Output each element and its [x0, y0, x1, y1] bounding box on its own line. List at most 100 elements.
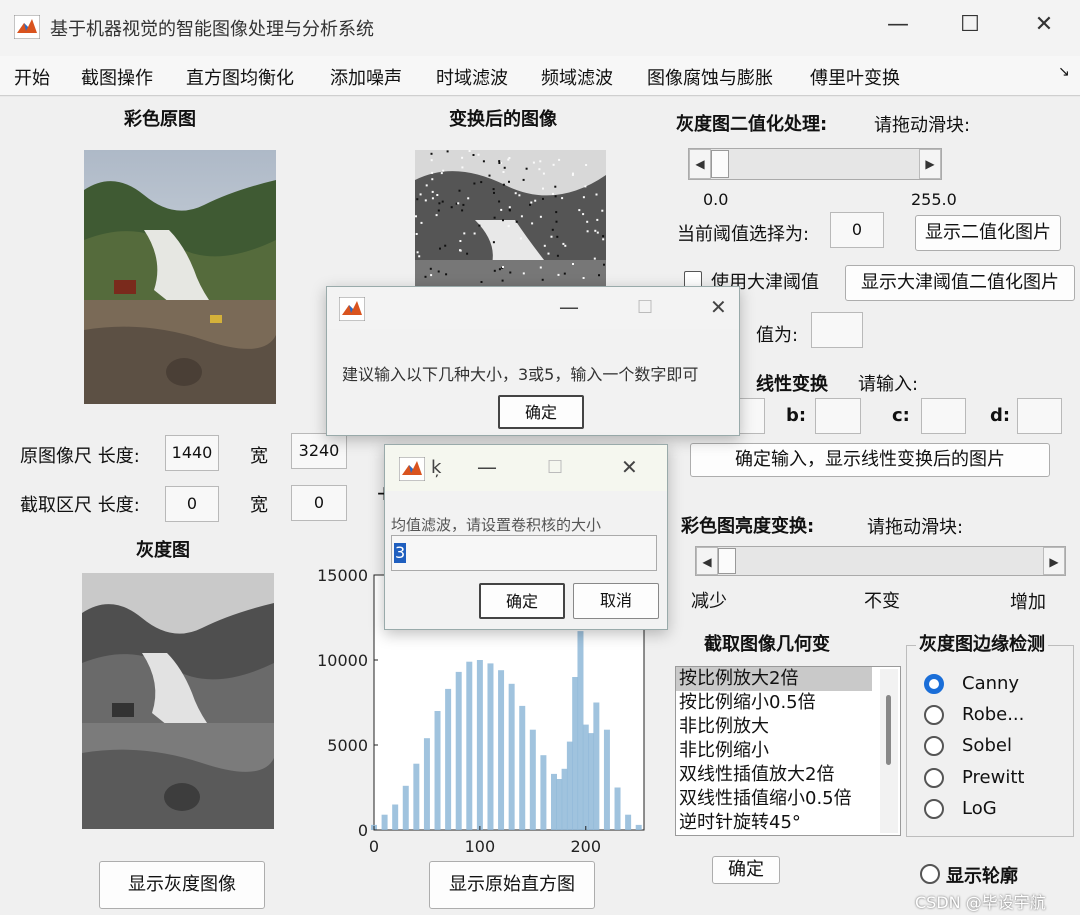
toolbar-expand-icon[interactable]: ↘ — [1058, 64, 1070, 80]
radio-sobel[interactable] — [924, 736, 944, 756]
advice-message: 建议输入以下几种大小，3或5，输入一个数字即可 — [342, 365, 699, 384]
color-original-image — [84, 150, 276, 404]
noise-dot — [593, 257, 596, 260]
crop-length-field[interactable]: 0 — [165, 486, 219, 522]
menu-start[interactable]: 开始 — [14, 64, 50, 90]
show-histogram-button[interactable]: 显示原始直方图 — [429, 861, 595, 909]
noise-dot — [507, 158, 510, 161]
kernel-size-value: 3 — [394, 543, 407, 563]
linear-apply-button[interactable]: 确定输入，显示线性变换后的图片 — [690, 443, 1050, 477]
slider-thumb[interactable] — [711, 150, 729, 178]
radio-canny[interactable] — [924, 674, 944, 694]
otsu-value-field[interactable] — [811, 312, 863, 348]
histogram-bar — [434, 711, 441, 830]
orig-length-field[interactable]: 1440 — [165, 435, 219, 471]
advice-close-button[interactable]: ✕ — [710, 295, 727, 319]
noise-dot — [564, 244, 567, 247]
noise-dot — [437, 270, 440, 273]
advice-minimize-button[interactable]: — — [559, 295, 579, 319]
noise-dot — [424, 199, 427, 202]
noise-dot — [482, 160, 485, 163]
histogram-bar — [445, 688, 452, 830]
advice-ok-button[interactable]: 确定 — [498, 395, 584, 429]
menu-add-noise[interactable]: 添加噪声 — [330, 64, 402, 90]
list-item[interactable]: 双线性插值放大2倍 — [676, 763, 900, 787]
list-item[interactable]: 按比例缩小0.5倍 — [676, 691, 900, 715]
brightness-slider[interactable]: ◀ ▶ — [695, 546, 1066, 576]
mean-filter-minimize-button[interactable]: — — [477, 455, 497, 479]
noise-dot — [594, 229, 597, 232]
geom-confirm-button[interactable]: 确定 — [712, 856, 780, 884]
kernel-size-input[interactable]: 3 — [391, 535, 657, 571]
show-binary-button[interactable]: 显示二值化图片 — [915, 215, 1061, 251]
mean-filter-ok-button[interactable]: 确定 — [479, 583, 565, 619]
radio-prewitt[interactable] — [924, 768, 944, 788]
mean-filter-dialog: ķ — ☐ ✕ 均值滤波，请设置卷积核的大小 3 确定 取消 — [384, 444, 668, 630]
menu-erode-dilate[interactable]: 图像腐蚀与膨胀 — [647, 64, 773, 90]
noise-dot — [547, 252, 550, 255]
menu-histogram-eq[interactable]: 直方图均衡化 — [186, 64, 294, 90]
x-tick-label: 200 — [570, 837, 601, 856]
noise-dot — [477, 153, 480, 156]
radio-log[interactable] — [924, 799, 944, 819]
noise-dot — [424, 275, 427, 278]
list-item[interactable]: 非比例缩小 — [676, 739, 900, 763]
show-contour-label: 显示轮廓 — [946, 866, 1018, 887]
noise-dot — [502, 219, 504, 222]
noise-dot — [429, 267, 432, 270]
threshold-value-field[interactable]: 0 — [830, 212, 884, 248]
noise-dot — [558, 158, 561, 161]
noise-dot — [457, 202, 460, 205]
noise-dot — [430, 152, 433, 155]
menu-screenshot[interactable]: 截图操作 — [81, 64, 153, 90]
noise-dot — [450, 206, 453, 209]
mean-filter-maximize-button[interactable]: ☐ — [547, 457, 563, 478]
watermark: CSDN @毕设宇航 — [915, 893, 1046, 912]
slider-right-arrow-icon[interactable]: ▶ — [919, 149, 941, 179]
list-item[interactable]: 逆时针旋转45° — [676, 811, 900, 835]
noise-dot — [554, 185, 557, 188]
linear-d-field[interactable] — [1017, 398, 1062, 434]
advice-dialog: — ☐ ✕ 建议输入以下几种大小，3或5，输入一个数字即可 确定 — [326, 286, 740, 436]
radio-show-contour[interactable] — [920, 864, 940, 884]
threshold-slider[interactable]: ◀ ▶ — [688, 148, 942, 180]
list-scroll-thumb[interactable] — [886, 695, 891, 765]
minimize-button[interactable]: — — [878, 12, 918, 37]
show-otsu-button[interactable]: 显示大津阈值二值化图片 — [845, 265, 1075, 301]
noise-dot — [542, 172, 545, 175]
brightness-left-arrow-icon[interactable]: ◀ — [696, 547, 718, 575]
slider-left-arrow-icon[interactable]: ◀ — [689, 149, 711, 179]
y-tick-label: 10000 — [317, 651, 368, 670]
histogram-bar — [529, 729, 536, 830]
noise-dot — [473, 232, 476, 235]
histogram-bar — [593, 702, 600, 830]
list-scrollbar[interactable] — [880, 669, 898, 833]
noise-dot — [542, 187, 544, 190]
radio-roberts[interactable] — [924, 705, 944, 725]
orig-width-field[interactable]: 3240 — [291, 433, 347, 469]
list-item[interactable]: 非比例放大 — [676, 715, 900, 739]
linear-c-field[interactable] — [921, 398, 966, 434]
advice-maximize-button[interactable]: ☐ — [637, 297, 653, 318]
mean-filter-cancel-button[interactable]: 取消 — [573, 583, 659, 619]
close-button[interactable]: ✕ — [1024, 12, 1064, 37]
menu-time-filter[interactable]: 时域滤波 — [436, 64, 508, 90]
menu-freq-filter[interactable]: 频域滤波 — [541, 64, 613, 90]
noise-dot — [578, 209, 581, 212]
list-item[interactable]: 按比例放大2倍 — [676, 667, 872, 691]
list-item[interactable]: 双线性插值缩小0.5倍 — [676, 787, 900, 811]
noise-dot — [542, 197, 544, 200]
maximize-button[interactable]: ☐ — [950, 12, 990, 37]
brightness-right-arrow-icon[interactable]: ▶ — [1043, 547, 1065, 575]
menu-fourier[interactable]: 傅里叶变换 — [810, 64, 900, 90]
show-gray-button[interactable]: 显示灰度图像 — [99, 861, 265, 909]
crop-width-field[interactable]: 0 — [291, 485, 347, 521]
noise-dot — [552, 192, 554, 195]
mean-filter-close-button[interactable]: ✕ — [621, 455, 638, 479]
histogram-bar — [540, 755, 547, 830]
linear-b-field[interactable] — [815, 398, 861, 434]
geom-listbox[interactable]: 按比例放大2倍 按比例缩小0.5倍 非比例放大 非比例缩小 双线性插值放大2倍 … — [675, 666, 901, 836]
histogram-bar — [566, 741, 573, 830]
brightness-slider-thumb[interactable] — [718, 548, 736, 574]
linear-d-label: d: — [990, 405, 1011, 426]
